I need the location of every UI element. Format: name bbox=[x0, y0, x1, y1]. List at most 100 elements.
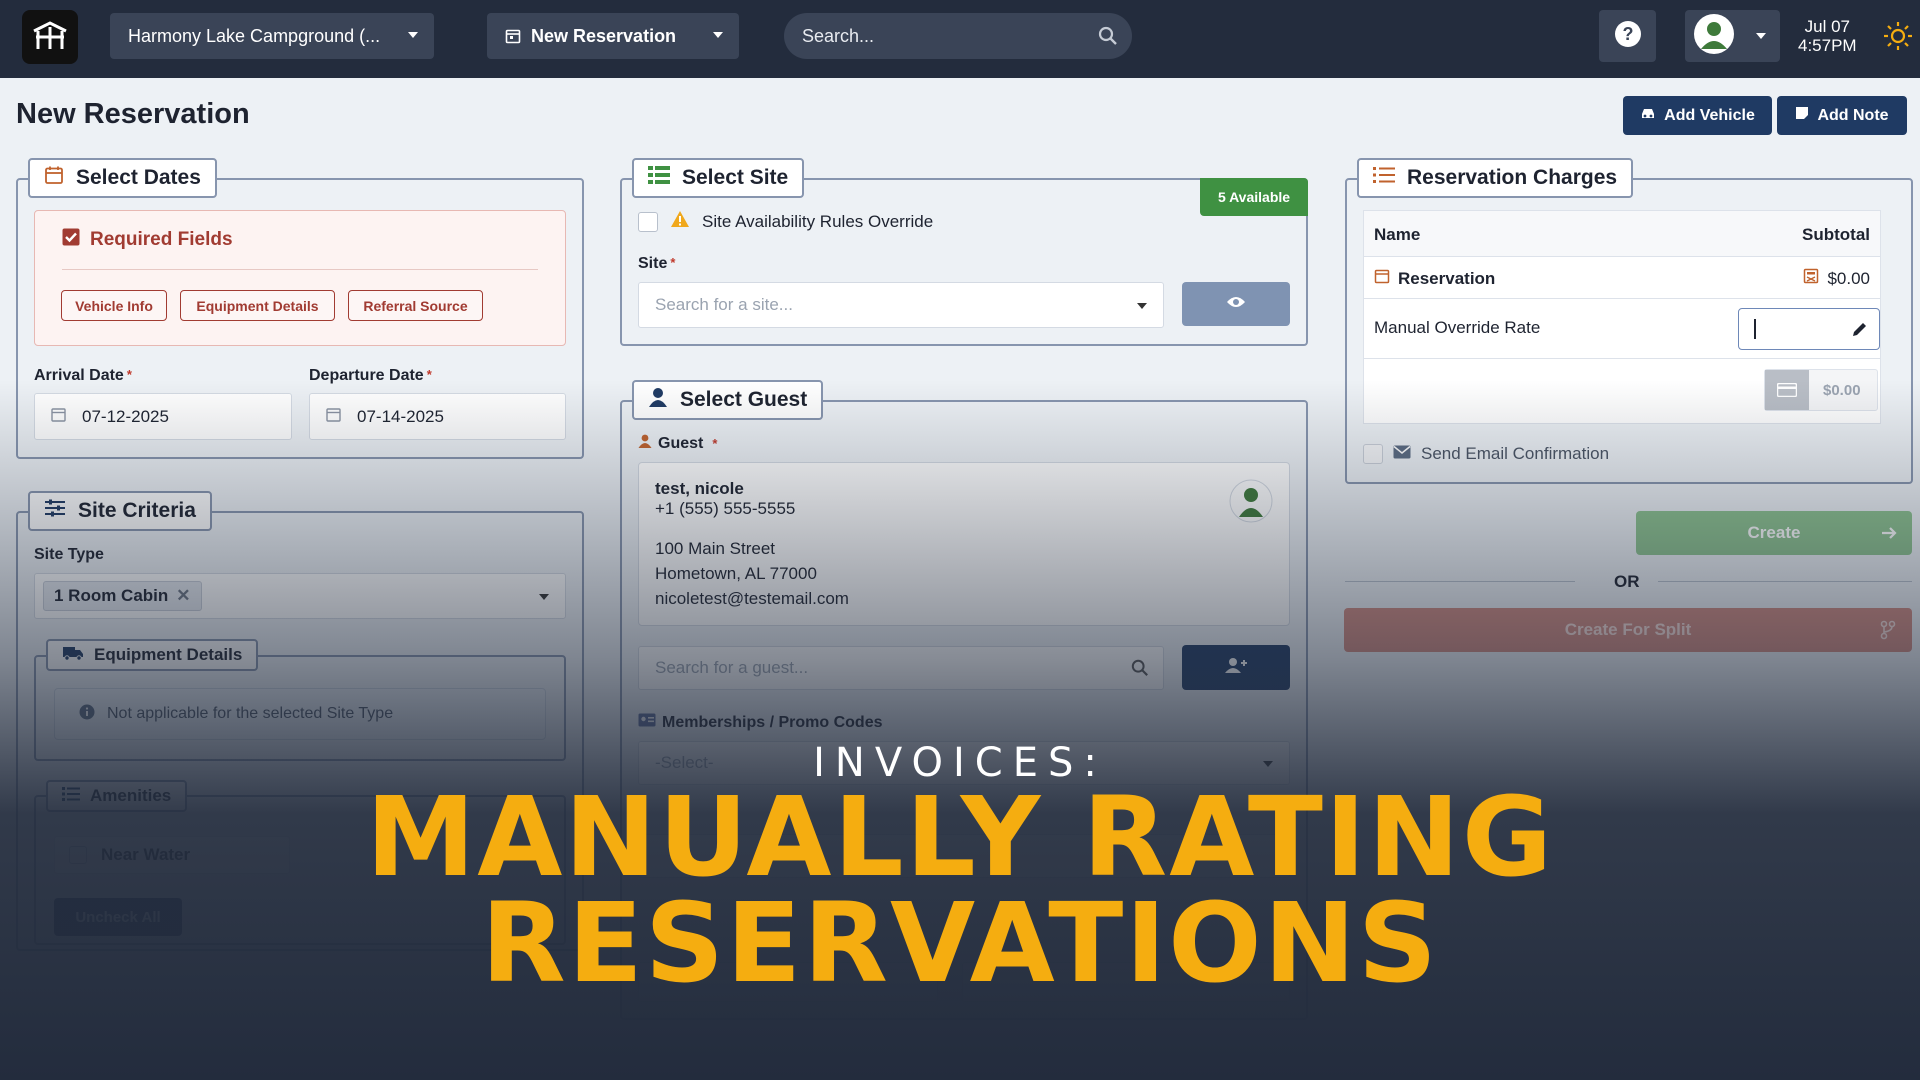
available-badge: 5 Available bbox=[1200, 178, 1308, 216]
sun-icon[interactable] bbox=[1882, 20, 1914, 57]
reservation-menu-label: New Reservation bbox=[531, 25, 677, 46]
guest-label-text: Guest bbox=[658, 434, 704, 452]
guest-search-placeholder: Search for a guest... bbox=[655, 658, 809, 677]
calculator-icon[interactable] bbox=[1803, 268, 1819, 289]
override-checkbox[interactable] bbox=[638, 211, 658, 232]
campground-select[interactable]: Harmony Lake Campground (... bbox=[110, 13, 434, 59]
calendar-icon bbox=[44, 165, 64, 191]
reservation-row-amount: $0.00 bbox=[1803, 268, 1870, 289]
search-icon[interactable] bbox=[1098, 26, 1118, 51]
memberships-label: Memberships / Promo Codes bbox=[638, 713, 883, 732]
select-guest-title: Select Guest bbox=[680, 388, 808, 411]
site-type-tag[interactable]: 1 Room Cabin ✕ bbox=[43, 581, 202, 611]
search-icon[interactable] bbox=[1131, 659, 1149, 682]
email-confirmation-checkbox[interactable] bbox=[1363, 444, 1383, 464]
help-button[interactable]: ? bbox=[1599, 10, 1656, 62]
equipment-info-alert: Not applicable for the selected Site Typ… bbox=[54, 688, 546, 740]
site-search-select[interactable]: Search for a site... bbox=[638, 282, 1164, 328]
guest-label: Guest * bbox=[638, 434, 717, 453]
arrival-date-input[interactable]: 07-12-2025 bbox=[34, 393, 292, 440]
reservation-menu-select[interactable]: New Reservation bbox=[487, 13, 739, 59]
override-row: Site Availability Rules Override bbox=[638, 210, 933, 233]
chip-vehicle-info[interactable]: Vehicle Info bbox=[61, 290, 167, 321]
calendar-icon bbox=[51, 407, 66, 427]
chevron-down-icon bbox=[408, 32, 418, 38]
equipment-details-tab: Equipment Details bbox=[46, 639, 259, 671]
card-icon bbox=[1765, 370, 1809, 410]
create-button[interactable]: Create bbox=[1636, 511, 1912, 555]
checkbox-icon bbox=[62, 228, 80, 251]
list-icon bbox=[1373, 166, 1395, 190]
override-label: Site Availability Rules Override bbox=[702, 211, 934, 231]
add-note-label: Add Note bbox=[1817, 106, 1889, 124]
reservation-amount-text: $0.00 bbox=[1827, 268, 1870, 288]
page-title: New Reservation bbox=[16, 98, 250, 130]
view-site-button[interactable] bbox=[1182, 282, 1290, 326]
charges-col-name: Name bbox=[1374, 225, 1421, 244]
chevron-down-icon[interactable] bbox=[539, 594, 549, 600]
truck-icon bbox=[62, 645, 84, 666]
equipment-details-title: Equipment Details bbox=[94, 645, 243, 664]
guest-address-line1: 100 Main Street bbox=[655, 539, 776, 558]
clock: Jul 07 4:57PM bbox=[1798, 17, 1857, 55]
svg-text:?: ? bbox=[1622, 24, 1633, 44]
site-type-tag-label: 1 Room Cabin bbox=[54, 586, 169, 605]
override-rate-input[interactable] bbox=[1738, 308, 1880, 350]
required-divider bbox=[62, 269, 538, 270]
or-label: OR bbox=[1614, 572, 1640, 591]
departure-date-value: 07-14-2025 bbox=[357, 406, 444, 426]
calendar-icon bbox=[1374, 268, 1390, 289]
reservation-charges-title: Reservation Charges bbox=[1407, 166, 1618, 189]
site-type-select[interactable]: 1 Room Cabin ✕ bbox=[34, 573, 566, 619]
site-label: Site * bbox=[638, 255, 676, 272]
arrival-label-text: Arrival Date bbox=[34, 367, 124, 384]
grid-icon bbox=[648, 166, 670, 190]
help-icon: ? bbox=[1614, 20, 1642, 53]
departure-date-input[interactable]: 07-14-2025 bbox=[309, 393, 566, 440]
total-amount-field: $0.00 bbox=[1764, 369, 1878, 411]
arrival-date-value: 07-12-2025 bbox=[82, 406, 169, 426]
guest-search-input[interactable]: Search for a guest... bbox=[638, 646, 1164, 690]
site-criteria-title: Site Criteria bbox=[78, 499, 196, 522]
memberships-label-text: Memberships / Promo Codes bbox=[662, 713, 883, 731]
add-vehicle-button[interactable]: Add Vehicle bbox=[1623, 96, 1772, 135]
site-label-text: Site bbox=[638, 255, 668, 272]
overlay-title-line1: MANUALLY RATING bbox=[365, 773, 1555, 901]
select-guest-tab: Select Guest bbox=[632, 380, 824, 420]
charges-col-subtotal: Subtotal bbox=[1802, 225, 1870, 244]
add-vehicle-label: Add Vehicle bbox=[1664, 106, 1755, 124]
calendar-icon bbox=[505, 28, 521, 44]
reservation-charges-tab: Reservation Charges bbox=[1357, 158, 1634, 198]
arrow-right-icon bbox=[1880, 524, 1898, 547]
user-menu-button[interactable] bbox=[1685, 10, 1780, 62]
search-placeholder: Search... bbox=[802, 25, 875, 46]
guest-card[interactable]: test, nicole +1 (555) 555-5555 100 Main … bbox=[638, 462, 1290, 626]
arrival-date-label: Arrival Date * bbox=[34, 367, 132, 384]
or-divider-left bbox=[1345, 581, 1575, 582]
chevron-down-icon[interactable] bbox=[1137, 303, 1147, 309]
overlay-title-line2: RESERVATIONS bbox=[481, 879, 1439, 1007]
pencil-icon[interactable] bbox=[1851, 320, 1869, 343]
close-icon[interactable]: ✕ bbox=[176, 586, 190, 606]
app-logo-icon[interactable] bbox=[22, 10, 78, 64]
note-icon bbox=[1795, 106, 1809, 125]
envelope-icon bbox=[1393, 444, 1411, 464]
user-icon bbox=[648, 387, 668, 413]
guest-email: nicoletest@testemail.com bbox=[655, 589, 849, 608]
email-confirmation-row: Send Email Confirmation bbox=[1363, 444, 1609, 464]
add-guest-button[interactable] bbox=[1182, 645, 1290, 690]
chevron-down-icon bbox=[1756, 33, 1766, 39]
site-search-placeholder: Search for a site... bbox=[655, 295, 793, 314]
branch-icon bbox=[1880, 620, 1896, 645]
global-search-input[interactable]: Search... bbox=[784, 13, 1132, 59]
top-navigation-bar: Harmony Lake Campground (... New Reserva… bbox=[0, 0, 1920, 78]
add-note-button[interactable]: Add Note bbox=[1777, 96, 1907, 135]
or-divider-right bbox=[1658, 581, 1912, 582]
user-icon bbox=[638, 434, 652, 453]
create-label: Create bbox=[1747, 523, 1801, 542]
create-for-split-button[interactable]: Create For Split bbox=[1344, 608, 1912, 652]
eye-icon bbox=[1226, 295, 1246, 314]
clock-date: Jul 07 bbox=[1804, 17, 1850, 36]
chip-referral-source[interactable]: Referral Source bbox=[348, 290, 483, 321]
chip-equipment-details[interactable]: Equipment Details bbox=[180, 290, 335, 321]
